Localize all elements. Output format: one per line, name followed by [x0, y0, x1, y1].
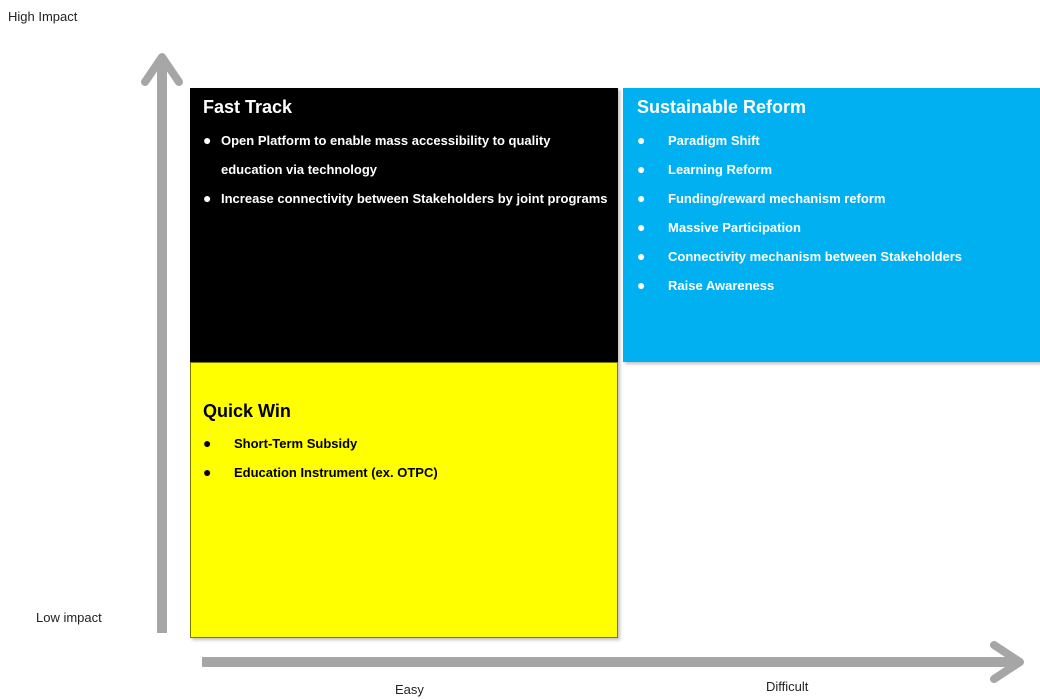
bullet-icon: ●	[203, 132, 212, 148]
fast-track-quadrant: Fast Track ● Open Platform to enable mass…	[190, 88, 618, 362]
list-item: ● Connectivity mechanism between Stakehol…	[623, 242, 1040, 271]
list-item: ● Massive Participation	[623, 213, 1040, 242]
list-item: ● Short-Term Subsidy	[191, 429, 611, 458]
sustainable-reform-quadrant: Sustainable Reform ● Paradigm Shift ● Lear…	[623, 88, 1040, 362]
bullet-icon: ●	[637, 190, 646, 206]
sustainable-reform-list: ● Paradigm Shift ● Learning Reform ● Fundin…	[623, 126, 1040, 300]
list-item: ● Increase connectivity between Stakehold…	[190, 184, 610, 213]
vertical-arrow-icon	[141, 53, 183, 633]
list-item: ● Open Platform to enable mass accessibil…	[190, 126, 610, 184]
list-item: ● Funding/reward mechanism reform	[623, 184, 1040, 213]
bullet-icon: ●	[637, 277, 646, 293]
bullet-icon: ●	[637, 219, 646, 235]
list-item: ● Education Instrument (ex. OTPC)	[191, 458, 611, 487]
list-item: ● Paradigm Shift	[623, 126, 1040, 155]
sustainable-reform-title: Sustainable Reform	[637, 97, 807, 117]
quick-win-title: Quick Win	[203, 401, 291, 421]
horizontal-arrow-icon	[202, 641, 1024, 683]
fast-track-title: Fast Track	[203, 97, 293, 117]
quick-win-quadrant: Quick Win ● Short-Term Subsidy ● Education…	[190, 362, 618, 638]
bullet-icon: ●	[203, 190, 212, 206]
bullet-icon: ●	[637, 161, 646, 177]
fast-track-list: ● Open Platform to enable mass accessibil…	[190, 126, 610, 213]
list-item: ● Raise Awareness	[623, 271, 1040, 300]
bullet-icon: ●	[203, 464, 212, 480]
bullet-icon: ●	[637, 132, 646, 148]
bullet-icon: ●	[203, 435, 212, 451]
quick-win-list: ● Short-Term Subsidy ● Education Instrumen…	[191, 429, 611, 487]
bullet-icon: ●	[637, 248, 646, 264]
list-item: ● Learning Reform	[623, 155, 1040, 184]
